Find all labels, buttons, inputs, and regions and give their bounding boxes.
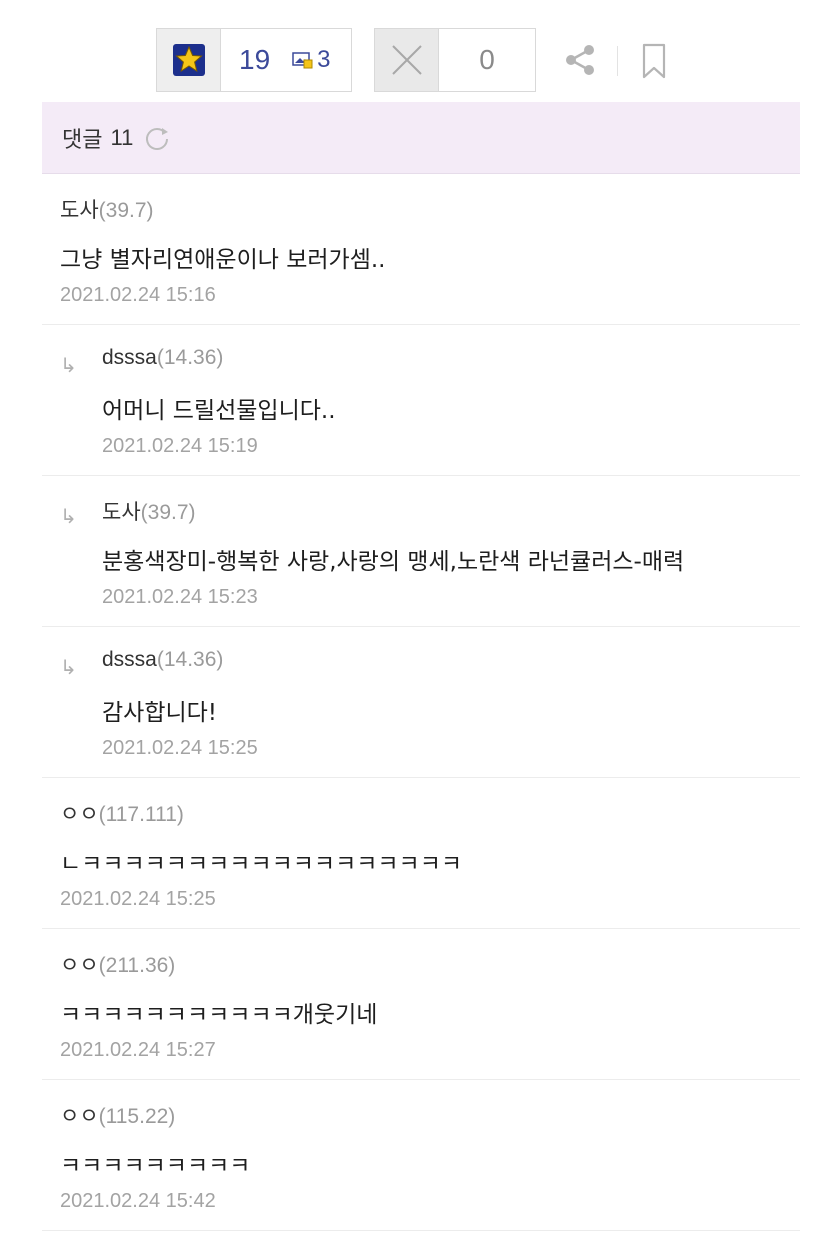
author-ip: (39.7) [140, 501, 196, 524]
image-fix-count: 3 [292, 46, 331, 74]
comment-item: 도사(39.7) 그냥 별자리연애운이나 보러가셈.. 2021.02.24 1… [42, 174, 800, 325]
comment-header-label: 댓글 [62, 127, 103, 153]
comment-date: 2021.02.24 15:16 [60, 284, 216, 306]
action-bar: 19 3 0 [0, 0, 840, 100]
comment-author[interactable]: dsssa(14.36) [102, 345, 223, 370]
comment-text: ㅋㅋㅋㅋㅋㅋㅋㅋㅋㅋㅋ개웃기네 [60, 1002, 378, 1028]
comment-date: 2021.02.24 15:23 [102, 586, 258, 608]
nonrecommend-count: 0 [479, 44, 495, 75]
fix-count: 3 [317, 46, 331, 73]
reply-item: ↳ dsssa(14.36) 어머니 드릴선물입니다.. 2021.02.24 … [42, 325, 800, 476]
reply-arrow-icon: ↳ [60, 504, 77, 528]
reply-item: ↳ 도사(39.7) 분홍색장미-행복한 사랑,사랑의 맹세,노란색 라넌큘러스… [42, 476, 800, 627]
reply-arrow-icon: ↳ [60, 353, 77, 377]
comment-author[interactable]: 도사(39.7) [102, 496, 196, 526]
comment-text: 어머니 드릴선물입니다.. [102, 398, 336, 424]
comment-date: 2021.02.24 15:25 [60, 888, 216, 910]
author-nick: ㅇㅇ [60, 954, 99, 977]
comment-date: 2021.02.24 15:25 [102, 737, 258, 759]
refresh-icon [146, 127, 169, 150]
comment-item: ㅇㅇ(117.111) ㄴㅋㅋㅋㅋㅋㅋㅋㅋㅋㅋㅋㅋㅋㅋㅋㅋㅋㅋ 2021.02.… [42, 778, 800, 929]
author-nick: dsssa [102, 648, 157, 671]
comment-text: 그냥 별자리연애운이나 보러가셈.. [60, 247, 386, 273]
divider [617, 46, 618, 76]
comment-text: 분홍색장미-행복한 사랑,사랑의 맹세,노란색 라넌큘러스-매력 [102, 549, 685, 575]
comment-text: 감사합니다! [102, 700, 218, 726]
x-icon [375, 29, 439, 91]
comment-author[interactable]: 도사(39.7) [60, 194, 154, 224]
comment-text: ㅋㅋㅋㅋㅋㅋㅋㅋㅋ [60, 1153, 251, 1179]
author-ip: (117.111) [98, 803, 184, 826]
comment-date: 2021.02.24 15:19 [102, 435, 258, 457]
bookmark-button[interactable] [636, 40, 672, 82]
author-nick: 도사 [60, 199, 99, 222]
author-ip: (14.36) [156, 346, 224, 369]
recommend-count: 19 [239, 44, 271, 75]
author-nick: dsssa [102, 346, 157, 369]
author-ip: (211.36) [98, 954, 176, 977]
comment-item: ㅇㅇ(115.22) ㅋㅋㅋㅋㅋㅋㅋㅋㅋ 2021.02.24 15:42 [42, 1080, 800, 1231]
recommend-button[interactable]: 19 3 [156, 28, 352, 92]
image-fix-icon [292, 52, 313, 69]
comment-author[interactable]: ㅇㅇ(115.22) [60, 1100, 175, 1130]
reply-item: ↳ dsssa(14.36) 감사합니다! 2021.02.24 15:25 [42, 627, 800, 778]
author-ip: (115.22) [98, 1105, 176, 1128]
bookmark-icon [642, 43, 666, 79]
share-button[interactable] [560, 40, 600, 80]
comment-author[interactable]: ㅇㅇ(211.36) [60, 949, 175, 979]
share-icon [566, 45, 594, 75]
comment-date: 2021.02.24 15:27 [60, 1039, 216, 1061]
refresh-button[interactable] [143, 124, 171, 152]
recommend-count-area: 19 3 [221, 29, 351, 91]
comment-count: 11 [110, 124, 134, 150]
author-nick: ㅇㅇ [60, 1105, 99, 1128]
reply-arrow-icon: ↳ [60, 655, 77, 679]
comment-header: 댓글 11 [42, 102, 800, 174]
author-ip: (14.36) [156, 648, 224, 671]
author-ip: (39.7) [98, 199, 154, 222]
author-nick: 도사 [102, 501, 141, 524]
comment-text: ㄴㅋㅋㅋㅋㅋㅋㅋㅋㅋㅋㅋㅋㅋㅋㅋㅋㅋㅋ [60, 851, 463, 877]
star-icon [157, 29, 221, 91]
comment-author[interactable]: dsssa(14.36) [102, 647, 223, 672]
author-nick: ㅇㅇ [60, 803, 99, 826]
comment-date: 2021.02.24 15:42 [60, 1190, 216, 1212]
nonrecommend-button[interactable]: 0 [374, 28, 536, 92]
comment-item: ㅇㅇ(211.36) ㅋㅋㅋㅋㅋㅋㅋㅋㅋㅋㅋ개웃기네 2021.02.24 15… [42, 929, 800, 1080]
comment-author[interactable]: ㅇㅇ(117.111) [60, 798, 184, 828]
comment-list: 도사(39.7) 그냥 별자리연애운이나 보러가셈.. 2021.02.24 1… [42, 174, 800, 1231]
